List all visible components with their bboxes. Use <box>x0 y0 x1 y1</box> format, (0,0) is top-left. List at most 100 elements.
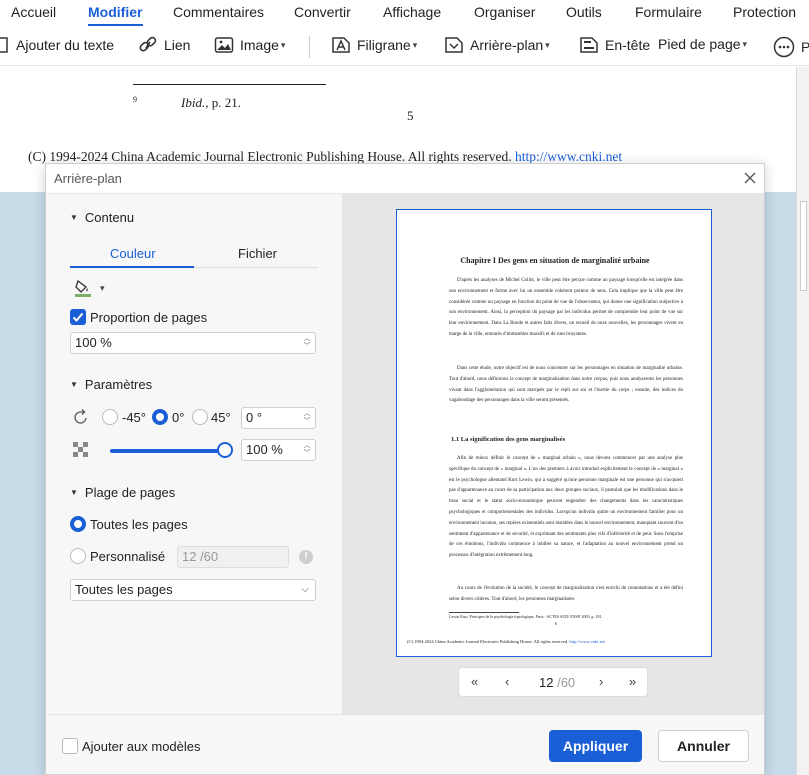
footnote-ref: Ibid. <box>181 95 206 110</box>
menu-convertir[interactable]: Convertir <box>294 4 351 20</box>
page-navigator: « ‹ 12 /60 › » <box>458 667 648 697</box>
background-button[interactable]: Arrière-plan ▾ <box>444 36 550 54</box>
chevron-down-icon: ⌵ <box>301 584 309 595</box>
footnote-text: Ibid., p. 21. <box>181 95 241 111</box>
add-text-button[interactable]: Ajouter du texte <box>0 36 114 54</box>
menu-commentaires[interactable]: Commentaires <box>173 4 264 20</box>
footer-label: Pied de page <box>658 36 741 52</box>
page-ratio-checkbox[interactable] <box>70 309 86 325</box>
menu-bar: Accueil Modifier Commentaires Convertir … <box>0 0 809 26</box>
section-range[interactable]: ▼ Plage de pages <box>70 485 175 500</box>
copyright-link[interactable]: http://www.cnki.net <box>515 149 622 164</box>
more-button[interactable]: Pl <box>773 36 809 58</box>
preview-copyright-text: (C) 1994-2024 China Academic Journal Ele… <box>407 639 569 644</box>
menu-accueil[interactable]: Accueil <box>11 4 56 20</box>
preview-title: Chapitre I Des gens en situation de marg… <box>460 256 650 265</box>
preview-copyright-link: http://www.cnki.net <box>569 639 606 644</box>
collapse-triangle-icon: ▼ <box>70 213 78 222</box>
header-button[interactable]: En-tête <box>579 36 650 54</box>
section-content[interactable]: ▼ Contenu <box>70 210 134 225</box>
page-indicator[interactable]: 12 /60 <box>539 675 575 690</box>
stepper-icon[interactable]: ︿ ﹀ <box>303 335 311 351</box>
chevron-down-icon: ▾ <box>545 39 550 50</box>
page-ratio-label: Proportion de pages <box>90 310 208 325</box>
scrollbar-thumb[interactable] <box>800 201 807 291</box>
preview-paragraph: Afin de mieux définir le concept de « ma… <box>449 456 683 559</box>
more-label: Pl <box>801 39 809 55</box>
stepper-icon[interactable]: ︿ ﹀ <box>303 442 311 458</box>
add-text-icon <box>0 37 8 53</box>
tab-color[interactable]: Couleur <box>110 246 156 261</box>
collapse-triangle-icon: ▼ <box>70 380 78 389</box>
section-params[interactable]: ▼ Paramètres <box>70 377 152 392</box>
settings-panel: ▼ Contenu Couleur Fichier ▾ Proportion d… <box>46 193 342 714</box>
first-page-icon[interactable]: « <box>471 674 478 689</box>
page-ratio-input[interactable]: 100 % ︿ ﹀ <box>70 332 316 354</box>
menu-formulaire[interactable]: Formulaire <box>635 4 702 20</box>
range-label-custom: Personnalisé <box>90 549 166 564</box>
preview-panel: Chapitre I Des gens en situation de marg… <box>342 193 764 714</box>
add-to-templates-checkbox[interactable] <box>62 738 78 754</box>
image-icon <box>214 37 234 53</box>
info-icon[interactable]: ! <box>299 550 313 564</box>
page-ratio-value: 100 % <box>75 335 112 350</box>
page-subset-select[interactable]: Toutes les pages ⌵ <box>70 579 316 601</box>
rotation-radio-0[interactable] <box>152 409 168 425</box>
footnote-separator <box>133 84 326 85</box>
last-page-icon[interactable]: » <box>629 674 636 689</box>
preview-footnote: Lewin Kurt, Principes de la psychologie … <box>449 614 603 619</box>
watermark-button[interactable]: Filigrane ▾ <box>331 36 417 54</box>
opacity-input[interactable]: 100 % ︿ ﹀ <box>241 439 316 461</box>
image-button[interactable]: Image ▾ <box>214 36 285 54</box>
menu-protection[interactable]: Protection <box>733 4 796 20</box>
section-range-title: Plage de pages <box>84 485 176 500</box>
preview-page-number: 6 <box>555 621 557 626</box>
menu-outils[interactable]: Outils <box>566 4 602 20</box>
range-radio-all[interactable] <box>70 516 86 532</box>
background-label: Arrière-plan <box>470 37 544 53</box>
header-icon <box>580 37 598 53</box>
rotation-radio-minus45[interactable] <box>102 409 118 425</box>
rotation-label-45: 45° <box>211 410 231 425</box>
tab-file[interactable]: Fichier <box>238 246 277 261</box>
menu-modifier[interactable]: Modifier <box>88 4 142 20</box>
chevron-down-icon: ▾ <box>412 39 418 50</box>
menu-organiser[interactable]: Organiser <box>474 4 535 20</box>
link-button[interactable]: Lien <box>138 36 190 54</box>
rotate-icon <box>74 409 87 424</box>
footer-button[interactable]: Pied de page ▾ <box>658 36 747 52</box>
cancel-button[interactable]: Annuler <box>658 730 749 762</box>
prev-page-icon[interactable]: ‹ <box>505 674 509 689</box>
stepper-icon[interactable]: ︿ ﹀ <box>303 410 311 426</box>
opacity-slider-handle[interactable] <box>217 442 233 458</box>
fill-color-picker[interactable]: ▾ <box>74 278 105 298</box>
background-dialog: Arrière-plan ▼ Contenu Couleur Fichier ▾… <box>45 163 765 775</box>
toolbar-divider <box>309 36 310 58</box>
apply-button[interactable]: Appliquer <box>549 730 642 762</box>
close-icon[interactable] <box>743 171 757 185</box>
next-page-icon[interactable]: › <box>599 674 603 689</box>
opacity-value: 100 % <box>246 442 283 457</box>
more-icon <box>773 36 795 58</box>
preview-subtitle: 1.1 La signification des gens marginalis… <box>451 436 566 443</box>
rotation-input[interactable]: 0 ° ︿ ﹀ <box>241 407 316 429</box>
page-number: 5 <box>407 108 414 123</box>
menu-affichage[interactable]: Affichage <box>383 4 441 20</box>
collapse-triangle-icon: ▼ <box>70 488 78 497</box>
custom-range-placeholder: 12 /60 <box>182 549 219 564</box>
range-radio-custom[interactable] <box>70 548 86 564</box>
copyright-text: (C) 1994-2024 China Academic Journal Ele… <box>28 149 512 164</box>
background-icon <box>445 37 463 53</box>
opacity-icon <box>73 442 88 457</box>
dialog-body: ▼ Contenu Couleur Fichier ▾ Proportion d… <box>46 193 764 714</box>
custom-range-input[interactable]: 12 /60 <box>177 546 289 568</box>
page-subset-value: Toutes les pages <box>75 582 173 597</box>
image-label: Image <box>240 37 279 53</box>
preview-page: Chapitre I Des gens en situation de marg… <box>396 209 712 657</box>
opacity-slider-track[interactable] <box>110 449 226 453</box>
rotation-radio-45[interactable] <box>192 409 208 425</box>
preview-paragraph: D'après les analyses de Michel Collot, l… <box>449 278 683 337</box>
header-label: En-tête <box>605 37 651 53</box>
vertical-scrollbar[interactable] <box>796 67 809 775</box>
rotation-value: 0 ° <box>246 410 263 425</box>
